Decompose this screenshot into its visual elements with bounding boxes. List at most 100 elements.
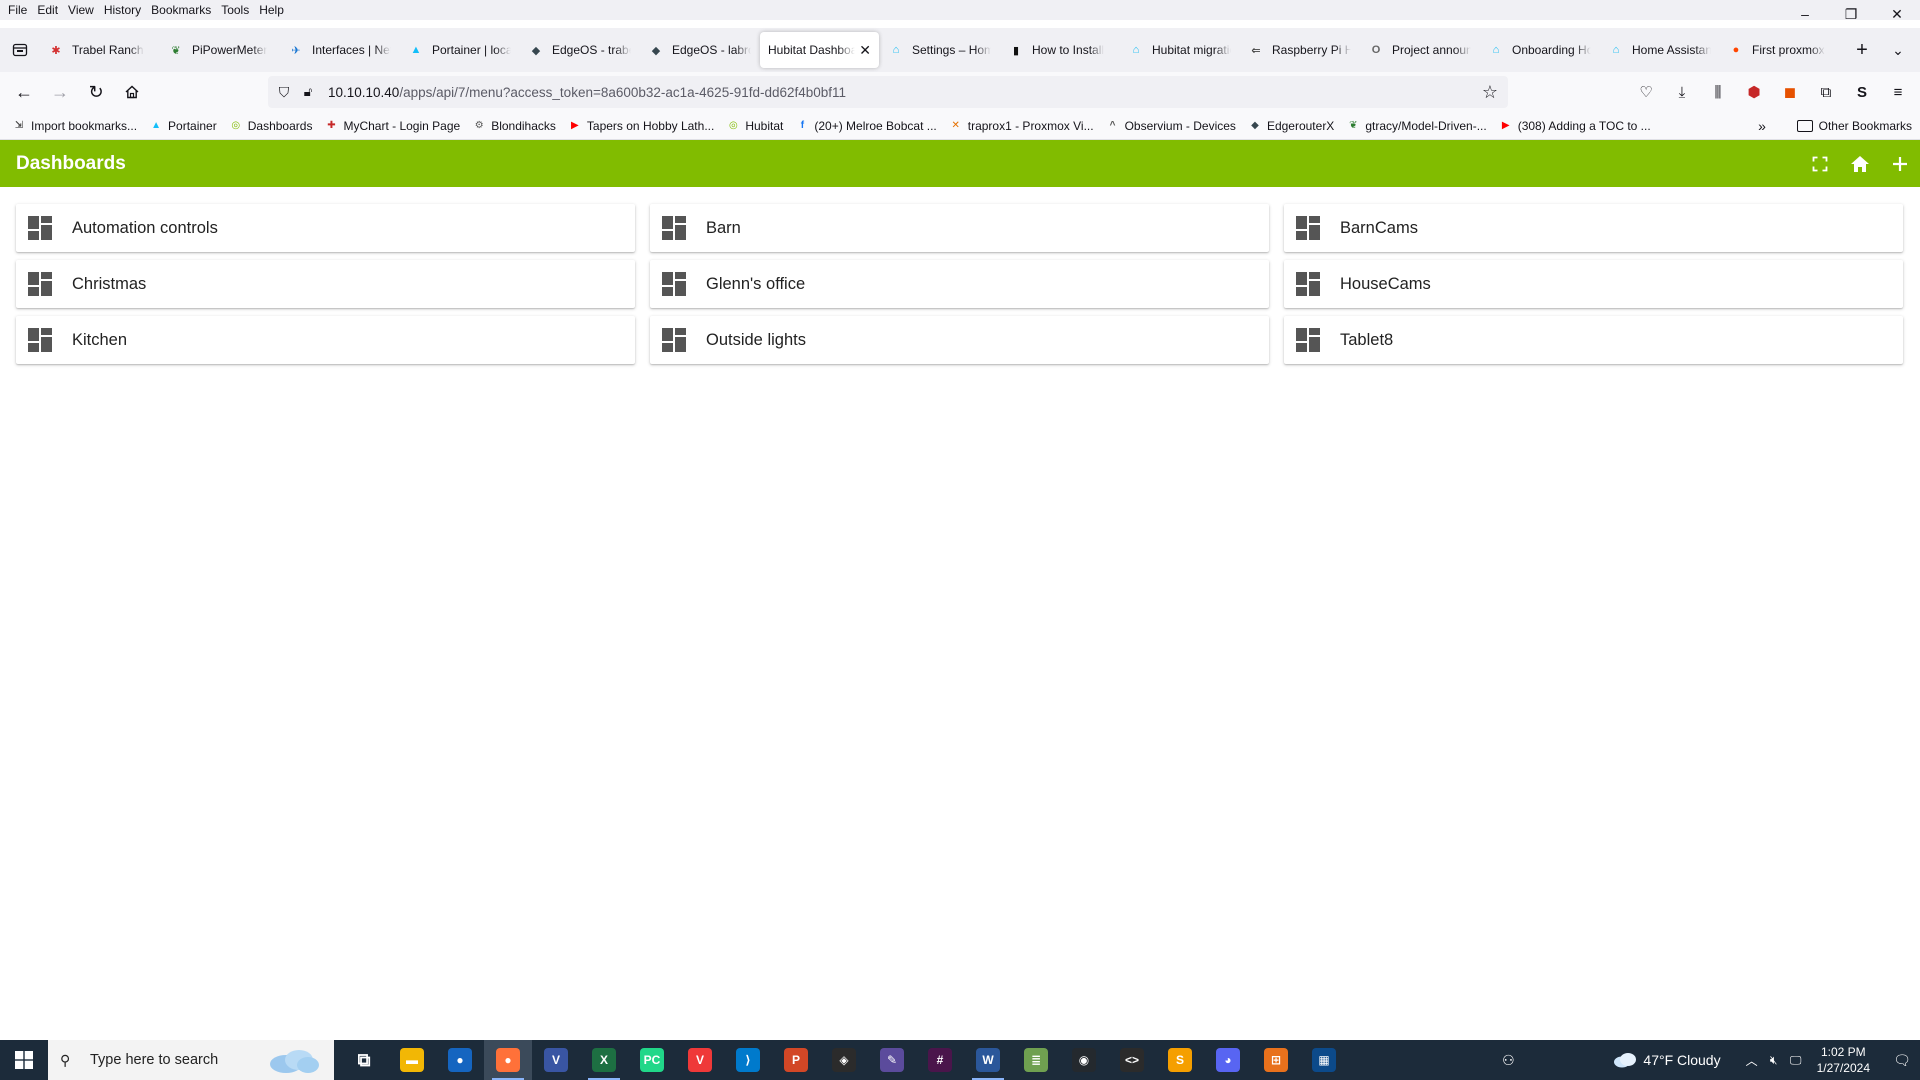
close-window-button[interactable]: ✕ — [1874, 0, 1920, 28]
taskbar-app-slack[interactable]: # — [916, 1040, 964, 1080]
address-bar[interactable]: ⛉ 🔓︎ 10.10.10.40/apps/api/7/menu?access_… — [268, 76, 1508, 108]
bookmark-item[interactable]: ▶ Tapers on Hobby Lath... — [562, 114, 720, 138]
home-button-icon[interactable] — [1840, 144, 1880, 184]
reload-icon[interactable]: ↻ — [78, 76, 114, 108]
bookmark-item[interactable]: ⇲ Import bookmarks... — [6, 114, 143, 138]
library-icon[interactable]: ⫼ — [1700, 76, 1736, 108]
menu-history[interactable]: History — [100, 3, 145, 17]
taskbar-search-box[interactable]: ⚲ Type here to search — [48, 1040, 334, 1080]
bookmark-star-icon[interactable]: ☆ — [1482, 82, 1498, 103]
hamburger-menu-icon[interactable]: ≡ — [1880, 76, 1916, 108]
bookmark-item[interactable]: ◎ Hubitat — [720, 114, 789, 138]
bookmark-item[interactable]: ✚ MyChart - Login Page — [318, 114, 466, 138]
forward-icon[interactable]: → — [42, 76, 78, 108]
start-button-windows-icon[interactable] — [0, 1040, 48, 1080]
menu-file[interactable]: File — [4, 3, 31, 17]
menu-tools[interactable]: Tools — [217, 3, 253, 17]
browser-tab[interactable]: ◆ EdgeOS - trabel — [520, 32, 639, 68]
list-all-tabs-icon[interactable]: ⌄ — [1880, 32, 1916, 68]
bookmarks-overflow-chevron-icon[interactable]: » — [1750, 114, 1774, 138]
home-icon[interactable] — [114, 76, 150, 108]
browser-tab[interactable]: ▲ Portainer | local — [400, 32, 519, 68]
taskbar-app-sublime[interactable]: S — [1156, 1040, 1204, 1080]
show-hidden-icons-chevron-icon[interactable]: ︿ — [1741, 1052, 1763, 1069]
menu-help[interactable]: Help — [255, 3, 288, 17]
sync-account-icon[interactable]: S — [1844, 76, 1880, 108]
other-bookmarks-folder[interactable]: Other Bookmarks — [1796, 114, 1912, 138]
downloads-icon[interactable]: ⤓ — [1664, 76, 1700, 108]
browser-tab[interactable]: ◆ EdgeOS - labrouter — [640, 32, 759, 68]
browser-tab[interactable]: ⌂ Home Assistant — [1600, 32, 1719, 68]
browser-tab[interactable]: ▮ How to Install — [1000, 32, 1119, 68]
taskbar-app-code-app[interactable]: <> — [1108, 1040, 1156, 1080]
browser-tab[interactable]: ⌂ Settings – Home Assistant — [880, 32, 999, 68]
taskbar-app-task-view[interactable]: ⧉ — [340, 1040, 388, 1080]
extensions-puzzle-icon[interactable]: ⧉ — [1808, 76, 1844, 108]
fullscreen-icon[interactable] — [1800, 144, 1840, 184]
bookmark-item[interactable]: ⚙ Blondihacks — [466, 114, 562, 138]
bookmark-item[interactable]: ✕ traprox1 - Proxmox Vi... — [943, 114, 1100, 138]
taskbar-app-excel[interactable]: X — [580, 1040, 628, 1080]
browser-tab[interactable]: ⇐ Raspberry Pi Home — [1240, 32, 1359, 68]
browser-tab[interactable]: ❦ PiPowerMeter — [160, 32, 279, 68]
browser-tab[interactable]: ⌂ Hubitat migration — [1120, 32, 1239, 68]
dashboard-card-housecams[interactable]: HouseCams — [1284, 260, 1903, 308]
taskbar-app-discord[interactable]: ◕ — [1204, 1040, 1252, 1080]
dashboard-card-kitchen[interactable]: Kitchen — [16, 316, 635, 364]
taskbar-app-vscode[interactable]: ⟩ — [724, 1040, 772, 1080]
dashboard-card-barncams[interactable]: BarnCams — [1284, 204, 1903, 252]
firefox-view-icon[interactable] — [0, 32, 40, 68]
dashboard-card-christmas[interactable]: Christmas — [16, 260, 635, 308]
back-icon[interactable]: ← — [6, 76, 42, 108]
taskbar-app-monitor-app[interactable]: ▦ — [1300, 1040, 1348, 1080]
dashboard-card-barn[interactable]: Barn — [650, 204, 1269, 252]
weather-widget[interactable]: 47°F Cloudy — [1613, 1052, 1721, 1068]
menu-bookmarks[interactable]: Bookmarks — [147, 3, 215, 17]
menu-edit[interactable]: Edit — [33, 3, 62, 17]
clock[interactable]: 1:02 PM 1/27/2024 — [1817, 1044, 1870, 1076]
taskbar-app-github[interactable]: ◉ — [1060, 1040, 1108, 1080]
browser-tab[interactable]: ✱ Trabel Ranch — [40, 32, 159, 68]
taskbar-app-word[interactable]: W — [964, 1040, 1012, 1080]
url-text[interactable]: 10.10.10.40/apps/api/7/menu?access_token… — [328, 85, 846, 100]
browser-tab[interactable]: O Project announcement — [1360, 32, 1479, 68]
network-icon[interactable]: 🖵︎ — [1785, 1053, 1807, 1068]
taskbar-app-pen-app[interactable]: ✎ — [868, 1040, 916, 1080]
new-tab-button[interactable]: + — [1844, 32, 1880, 68]
bookmark-item[interactable]: ▶ (308) Adding a TOC to ... — [1493, 114, 1657, 138]
people-icon[interactable]: ⚇ — [1493, 1052, 1523, 1069]
minimize-button[interactable]: – — [1782, 0, 1828, 28]
taskbar-app-network-app[interactable]: ⊞ — [1252, 1040, 1300, 1080]
browser-tab[interactable]: ✈ Interfaces | Network — [280, 32, 399, 68]
ublock-icon[interactable]: ⬢ — [1736, 76, 1772, 108]
taskbar-app-browser-blue[interactable]: ● — [436, 1040, 484, 1080]
taskbar-app-visio[interactable]: V — [532, 1040, 580, 1080]
dashboard-card-glenn-s-office[interactable]: Glenn's office — [650, 260, 1269, 308]
insecure-lock-icon[interactable]: 🔓︎ — [298, 84, 318, 100]
taskbar-app-pycharm[interactable]: PC — [628, 1040, 676, 1080]
taskbar-app-file-explorer[interactable]: ▬ — [388, 1040, 436, 1080]
taskbar-app-notepad[interactable]: ≣ — [1012, 1040, 1060, 1080]
browser-tab[interactable]: ⌂ Onboarding Home — [1480, 32, 1599, 68]
dashboard-card-tablet8[interactable]: Tablet8 — [1284, 316, 1903, 364]
taskbar-app-3d-app[interactable]: ◈ — [820, 1040, 868, 1080]
taskbar-app-powerpoint[interactable]: P — [772, 1040, 820, 1080]
extension-orange-icon[interactable]: ◼ — [1772, 76, 1808, 108]
bookmark-item[interactable]: ◆ EdgerouterX — [1242, 114, 1340, 138]
browser-tab[interactable]: Hubitat Dashboard✕ — [760, 32, 879, 68]
menu-view[interactable]: View — [64, 3, 98, 17]
speaker-muted-icon[interactable]: 🔇︎ — [1763, 1053, 1785, 1068]
bookmark-item[interactable]: f (20+) Melroe Bobcat ... — [789, 114, 942, 138]
close-tab-icon[interactable]: ✕ — [855, 42, 871, 59]
tracking-protection-shield-icon[interactable]: ⛉ — [274, 84, 294, 101]
browser-tab[interactable]: ● First proxmox — [1720, 32, 1839, 68]
bookmark-item[interactable]: ^ Observium - Devices — [1100, 114, 1242, 138]
dashboard-card-outside-lights[interactable]: Outside lights — [650, 316, 1269, 364]
restore-button[interactable]: ❐ — [1828, 0, 1874, 28]
taskbar-app-firefox[interactable]: ● — [484, 1040, 532, 1080]
taskbar-app-vivaldi[interactable]: V — [676, 1040, 724, 1080]
bookmark-item[interactable]: ◎ Dashboards — [223, 114, 319, 138]
add-dashboard-icon[interactable] — [1880, 144, 1920, 184]
pocket-icon[interactable]: ♡ — [1628, 76, 1664, 108]
notifications-icon[interactable]: 🗨︎ — [1884, 1052, 1920, 1069]
